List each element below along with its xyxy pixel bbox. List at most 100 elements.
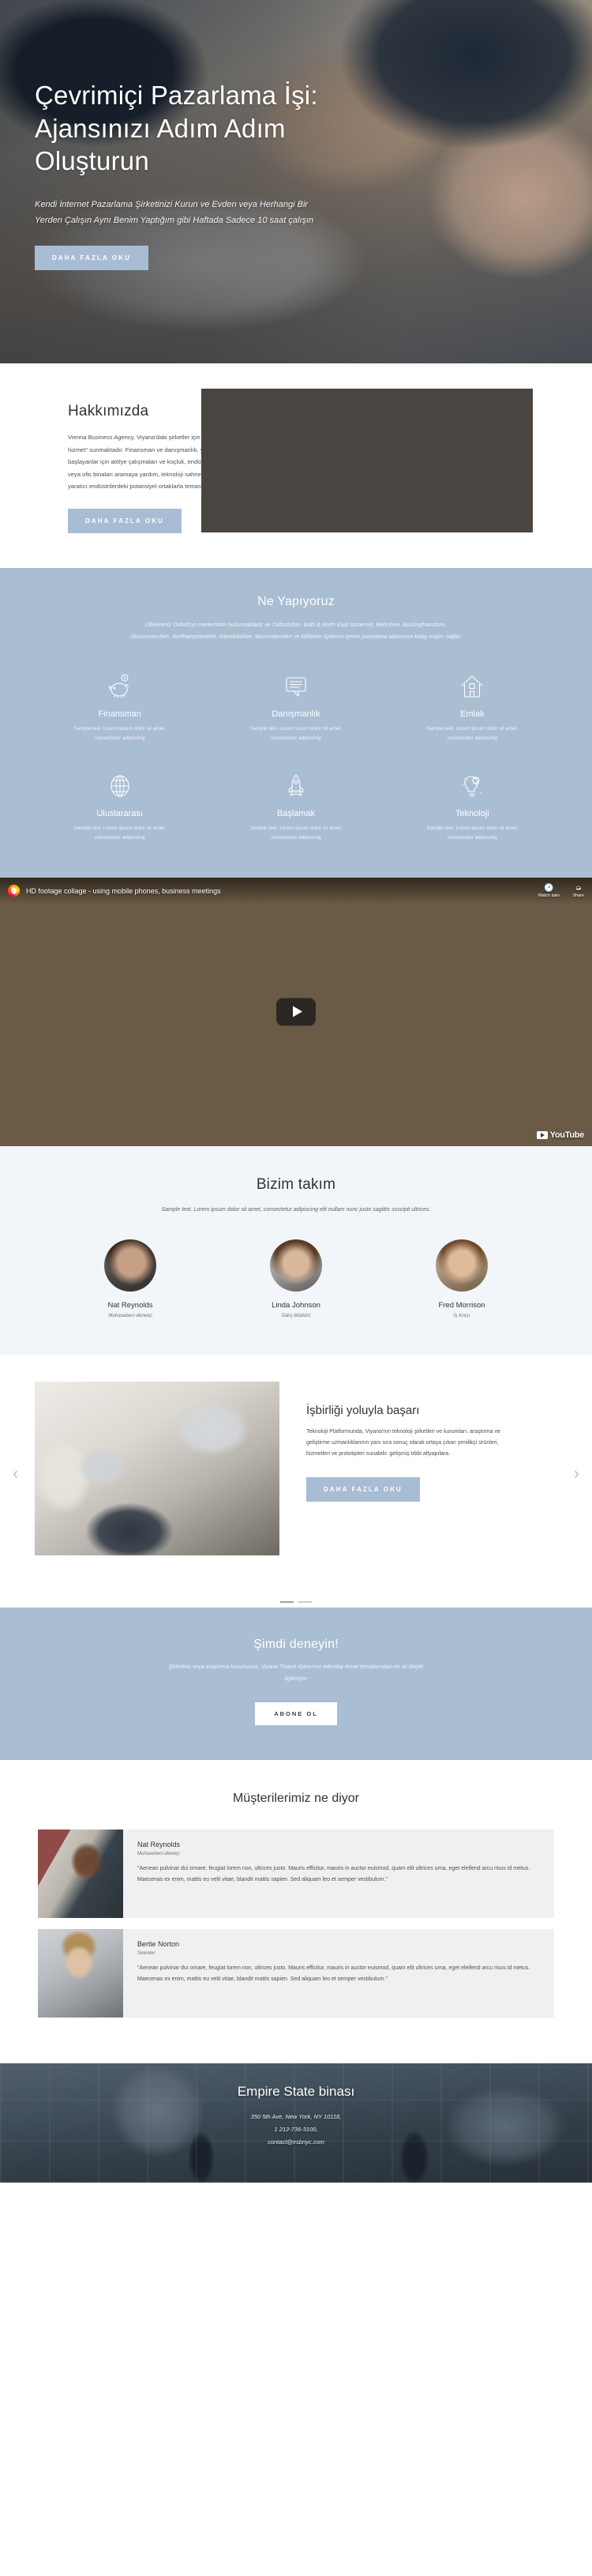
chat-bubble-icon: [208, 670, 384, 703]
slider-next-button[interactable]: ›: [574, 1465, 579, 1482]
testimonial-role: Muhasebeci-denetçi: [137, 1852, 180, 1857]
house-icon: [384, 670, 560, 703]
service-card-finansman[interactable]: $ Finansman Sample text. Lorem ipsum dol…: [32, 670, 208, 743]
service-card-emlak[interactable]: Emlak Sample text. Lorem ipsum dolor sit…: [384, 670, 560, 743]
service-desc: Sample text. Lorem ipsum dolor sit amet,…: [249, 825, 343, 840]
services-title: Ne Yapıyoruz: [257, 594, 335, 608]
testimonial-name: Bertie Norton: [137, 1940, 180, 1949]
youtube-wordmark: YouTube: [549, 1130, 585, 1140]
play-triangle-icon: [292, 1006, 302, 1017]
footer-address: 350 5th Ave, New York, NY 10118, 1 212-7…: [0, 2111, 592, 2148]
team-member-name: Nat Reynolds: [107, 1300, 153, 1310]
service-card-uluslararasi[interactable]: Uluslararası Sample text. Lorem ipsum do…: [32, 769, 208, 843]
service-desc: Sample text. Lorem ipsum dolor sit amet,…: [426, 825, 519, 840]
team-member-role: Satış Müdürü: [281, 1312, 311, 1318]
team-member[interactable]: Linda Johnson Satış Müdürü: [213, 1239, 379, 1318]
testimonial-item: Bertie Norton Sekreter "Aenean pulvinar …: [0, 1929, 592, 2018]
team-member-name: Fred Morrison: [438, 1300, 485, 1310]
team-member-name: Linda Johnson: [272, 1300, 320, 1310]
globe-icon: [32, 769, 208, 803]
cta-subtitle: Şirketiniz veya araştırma kurumunuz, Viy…: [168, 1664, 424, 1682]
footer-content: Empire State binası 350 5th Ave, New Yor…: [0, 2063, 592, 2148]
video-top-bar: HD footage collage - using mobile phones…: [0, 877, 592, 904]
service-name: Emlak: [460, 709, 485, 720]
share-button[interactable]: ➭ Share: [572, 884, 584, 898]
services-grid: $ Finansman Sample text. Lorem ipsum dol…: [0, 670, 592, 843]
service-desc: Sample text. Lorem ipsum dolor sit amet,…: [249, 726, 343, 742]
service-card-teknoloji[interactable]: Teknoloji Sample text. Lorem ipsum dolor…: [384, 769, 560, 843]
testimonials-title: Müşterilerimiz ne diyor: [232, 1792, 360, 1806]
testimonial-photo: [38, 1929, 123, 2018]
slider-dot-1[interactable]: [280, 1600, 294, 1603]
slider-text: Teknoloji Platformunda, Viyana'nın tekno…: [306, 1428, 500, 1457]
team-member[interactable]: Fred Morrison İş Koçu: [379, 1239, 545, 1318]
hero-section: Çevrimiçi Pazarlama İşi: Ajansınızı Adım…: [0, 0, 592, 363]
footer-address-line-1: 350 5th Ave, New York, NY 10118,: [250, 2113, 342, 2121]
service-name: Finansman: [98, 709, 141, 720]
share-label: Share: [572, 893, 584, 898]
about-team-photo: [201, 389, 533, 532]
services-subtitle: Ofislerimiz Oxford'un merkezinde bulunma…: [130, 622, 462, 640]
youtube-watermark[interactable]: YouTube: [536, 1130, 585, 1140]
team-member-role: Muhasebeci-denetçi: [108, 1312, 152, 1318]
avatar: [104, 1239, 156, 1292]
service-name: Başlamak: [276, 808, 316, 818]
testimonial-role: Sekreter: [137, 1951, 155, 1957]
watch-later-label: Watch later: [538, 893, 560, 898]
service-card-baslamak[interactable]: Başlamak Sample text. Lorem ipsum dolor …: [208, 769, 384, 843]
slider-pagination: [0, 1586, 592, 1608]
video-actions: 🕑 Watch later ➭ Share: [538, 884, 584, 898]
team-grid: Nat Reynolds Muhasebeci-denetçi Linda Jo…: [0, 1239, 592, 1318]
testimonials-section: Müşterilerimiz ne diyor Nat Reynolds Muh…: [0, 1760, 592, 2064]
footer-email[interactable]: contact@esbnyc.com: [0, 2136, 592, 2149]
youtube-channel-avatar-icon: [8, 885, 20, 897]
footer-section: Empire State binası 350 5th Ave, New Yor…: [0, 2063, 592, 2183]
piggy-bank-icon: $: [32, 670, 208, 703]
slider-title: İşbirliği yoluyla başarı: [306, 1403, 420, 1417]
testimonial-quote: "Aenean pulvinar dui ornare, feugiat lor…: [137, 1965, 530, 1982]
cta-title: Şimdi deneyin!: [253, 1637, 339, 1651]
slider-read-more-button[interactable]: DAHA FAZLA OKU: [306, 1476, 420, 1502]
service-name: Teknoloji: [455, 808, 489, 818]
team-member[interactable]: Nat Reynolds Muhasebeci-denetçi: [47, 1239, 213, 1318]
lightbulb-gear-icon: [384, 769, 560, 803]
svg-text:$: $: [123, 676, 126, 681]
hero-subtitle: Kendi İnternet Pazarlama Şirketinizi Kur…: [35, 199, 314, 226]
cta-section: Şimdi deneyin! Şirketiniz veya araştırma…: [0, 1607, 592, 1761]
testimonial-quote: "Aenean pulvinar dui ornare, feugiat lor…: [137, 1866, 530, 1882]
about-image: [201, 389, 533, 532]
hero-read-more-button[interactable]: DAHA FAZLA OKU: [35, 246, 148, 271]
service-desc: Sample text. Lorem ipsum dolor sit amet,…: [73, 726, 166, 742]
slider-image: [35, 1381, 279, 1555]
slider-prev-button[interactable]: ‹: [13, 1465, 18, 1482]
video-play-button[interactable]: [276, 998, 316, 1026]
hero-title: Çevrimiçi Pazarlama İşi: Ajansınızı Adım…: [35, 81, 318, 176]
service-name: Uluslararası: [96, 808, 143, 818]
team-member-role: İş Koçu: [453, 1312, 470, 1318]
share-arrow-icon: ➭: [575, 883, 582, 893]
about-read-more-button[interactable]: DAHA FAZLA OKU: [68, 508, 182, 533]
subscribe-button[interactable]: ABONE OL: [255, 1702, 337, 1726]
slider-content: İşbirliği yoluyla başarı Teknoloji Platf…: [279, 1382, 552, 1502]
watch-later-button[interactable]: 🕑 Watch later: [538, 884, 560, 898]
testimonial-card: Bertie Norton Sekreter "Aenean pulvinar …: [123, 1929, 554, 2018]
testimonial-photo: [38, 1830, 123, 1919]
service-desc: Sample text. Lorem ipsum dolor sit amet,…: [426, 726, 519, 742]
about-section: Hakkımızda Vienna Business Agency, Viyan…: [0, 363, 592, 568]
services-section: Ne Yapıyoruz Ofislerimiz Oxford'un merke…: [0, 567, 592, 878]
testimonial-name: Nat Reynolds: [137, 1841, 181, 1849]
slider-section: ‹ İşbirliği yoluyla başarı Teknoloji Pla…: [0, 1354, 592, 1587]
testimonial-card: Nat Reynolds Muhasebeci-denetçi "Aenean …: [123, 1830, 554, 1919]
youtube-play-icon: [536, 1130, 548, 1139]
footer-title: Empire State binası: [237, 2084, 355, 2100]
service-card-danismanlik[interactable]: Danışmanlık Sample text. Lorem ipsum dol…: [208, 670, 384, 743]
testimonial-item: Nat Reynolds Muhasebeci-denetçi "Aenean …: [0, 1830, 592, 1919]
footer-phone[interactable]: 1 212-736-3100,: [0, 2123, 592, 2136]
service-desc: Sample text. Lorem ipsum dolor sit amet,…: [73, 825, 166, 840]
avatar: [436, 1239, 488, 1292]
video-section[interactable]: HD footage collage - using mobile phones…: [0, 877, 592, 1146]
team-section: Bizim takım Sample text. Lorem ipsum dol…: [0, 1145, 592, 1355]
slider-dot-2[interactable]: [298, 1600, 312, 1603]
clock-icon: 🕑: [544, 883, 554, 893]
video-title[interactable]: HD footage collage - using mobile phones…: [26, 887, 221, 895]
